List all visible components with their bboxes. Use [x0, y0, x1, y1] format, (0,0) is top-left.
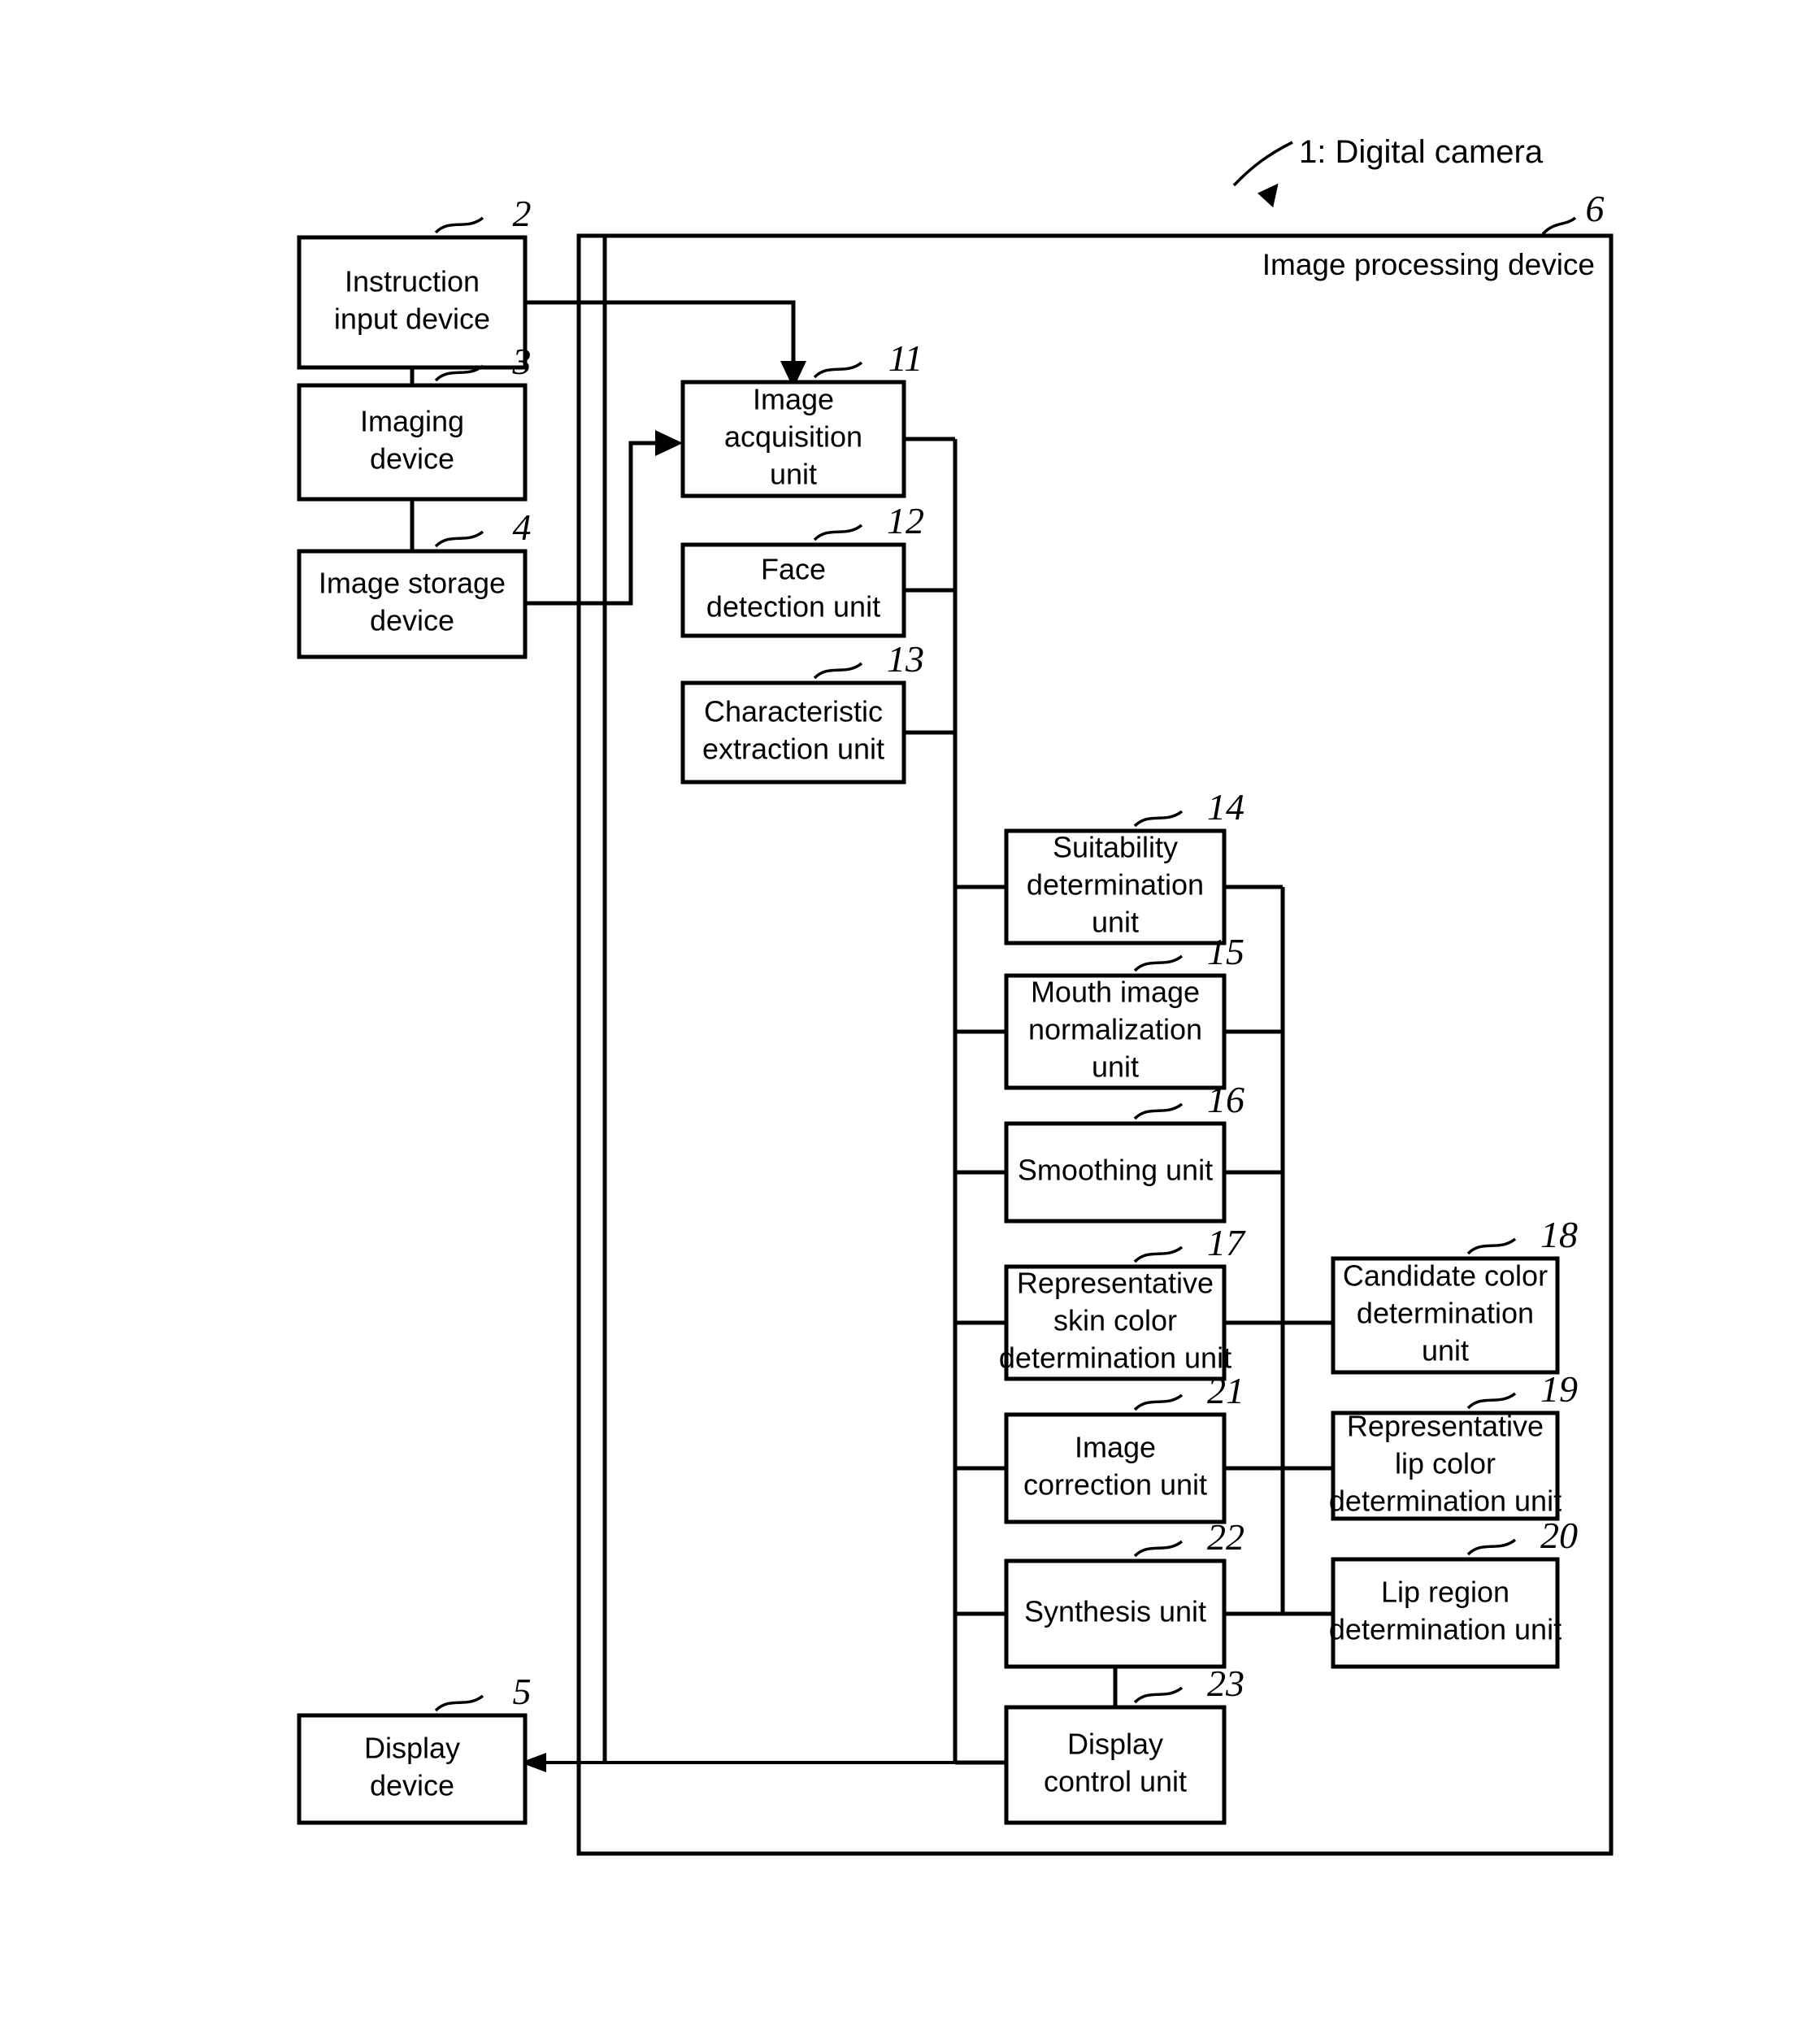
block-label-line: device — [370, 604, 454, 637]
ref-number: 12 — [887, 500, 924, 541]
block-lip-region-determination-unit[interactable]: Lip region determination unit 20 — [1329, 1515, 1578, 1669]
ref-number: 6 — [1586, 188, 1605, 229]
block-label-line: correction unit — [1023, 1468, 1207, 1502]
block-image-storage-device[interactable]: Image storage device 4 — [297, 506, 532, 659]
ref-number: 14 — [1207, 786, 1244, 828]
ref-leader-line — [1133, 1540, 1184, 1558]
ref-leader-line — [434, 216, 484, 234]
digital-camera-label: 1: Digital camera — [1299, 134, 1544, 170]
block-mouth-image-normalization-unit[interactable]: Mouth image normalization unit 15 — [1004, 931, 1244, 1090]
block-label-line: Suitability — [1053, 831, 1178, 864]
ref-number: 18 — [1540, 1214, 1578, 1255]
ref-number: 22 — [1207, 1516, 1244, 1558]
block-display-device[interactable]: Display device 5 — [297, 1671, 532, 1825]
block-label-line: extraction unit — [702, 732, 884, 766]
ref-number: 3 — [512, 341, 532, 382]
block-candidate-color-determination-unit[interactable]: Candidate color determination unit 18 — [1331, 1214, 1578, 1375]
block-face-detection-unit[interactable]: Face detection unit 12 — [680, 500, 924, 638]
block-label-line: unit — [1092, 1050, 1139, 1084]
block-label-line: Image storage — [319, 567, 506, 600]
block-label-line: Representative — [1347, 1410, 1544, 1443]
block-label-line: Instruction — [345, 265, 480, 298]
block-diagram: 1: Digital camera 6 Image processing dev… — [297, 134, 1614, 1856]
digital-camera-caption: 1: Digital camera — [1232, 134, 1544, 208]
block-smoothing-unit[interactable]: Smoothing unit 16 — [1004, 1079, 1244, 1224]
block-label-line: unit — [770, 458, 817, 491]
block-synthesis-unit[interactable]: Synthesis unit 22 — [1004, 1516, 1244, 1669]
ref-leader-line — [813, 524, 863, 541]
ref-leader-line — [1133, 1686, 1184, 1704]
ref-leader-line — [1133, 954, 1184, 972]
ref-number: 16 — [1207, 1079, 1244, 1120]
block-label-line: Imaging — [360, 405, 464, 438]
ref-leader-line — [1133, 1102, 1184, 1120]
block-label-line: acquisition — [724, 420, 862, 454]
block-label-line: Display — [364, 1732, 460, 1765]
ref-leader-line — [434, 530, 484, 548]
block-label-line: unit — [1422, 1334, 1469, 1367]
ref-leader-line — [813, 361, 863, 379]
block-label-line: determination unit — [1329, 1613, 1562, 1646]
block-representative-lip-color-determination-unit[interactable]: Representative lip color determination uni… — [1329, 1368, 1578, 1521]
block-suitability-determination-unit[interactable]: Suitability determination unit 14 — [1004, 786, 1244, 945]
block-label-line: device — [370, 1769, 454, 1802]
block-label-line: determination unit — [999, 1341, 1231, 1375]
ref-number: 17 — [1207, 1222, 1246, 1263]
ref-number: 5 — [513, 1671, 532, 1712]
ref-number: 20 — [1540, 1515, 1578, 1556]
block-label-line: Smoothing unit — [1018, 1154, 1213, 1187]
ref-leader-line — [1466, 1237, 1517, 1255]
block-display-control-unit[interactable]: Display control unit 23 — [1004, 1663, 1244, 1825]
block-label-line: Face — [761, 553, 826, 586]
frame-ref-6: 6 — [1541, 188, 1605, 236]
block-image-correction-unit[interactable]: Image correction unit 21 — [1004, 1370, 1244, 1524]
block-characteristic-extraction-unit[interactable]: Characteristic extraction unit 13 — [680, 638, 924, 785]
block-label-line: Display — [1067, 1728, 1163, 1761]
figure-canvas: 1: Digital camera 6 Image processing dev… — [0, 0, 1820, 2017]
block-label-line: Lip region — [1381, 1576, 1509, 1609]
image-processing-device-title: Image processing device — [1262, 248, 1595, 281]
block-label-line: Synthesis unit — [1024, 1595, 1206, 1628]
ref-leader-line — [1466, 1538, 1517, 1556]
ref-number: 13 — [887, 638, 924, 680]
block-label-line: input device — [334, 302, 490, 336]
ref-leader-line — [1466, 1392, 1517, 1410]
block-label-line: skin color — [1053, 1304, 1177, 1337]
block-label-line: normalization — [1028, 1013, 1202, 1046]
block-label-line: Image — [753, 383, 834, 416]
ref-number: 11 — [888, 337, 923, 379]
block-representative-skin-color-determination-unit[interactable]: Representative skin color determination un… — [999, 1222, 1246, 1381]
block-label-line: determination unit — [1329, 1484, 1562, 1518]
block-label-line: Characteristic — [704, 695, 883, 728]
block-label-line: detection unit — [706, 590, 880, 624]
ref-number: 4 — [513, 506, 532, 548]
ref-leader-line — [813, 662, 863, 680]
ref-number: 15 — [1207, 931, 1244, 972]
ref-number: 21 — [1207, 1370, 1244, 1411]
block-label-line: Mouth image — [1031, 976, 1200, 1009]
ref-number: 23 — [1207, 1663, 1244, 1704]
block-label-line: unit — [1092, 906, 1139, 939]
ref-number: 19 — [1540, 1368, 1578, 1410]
ref-leader-line — [434, 1694, 484, 1712]
ref-leader-line — [1133, 810, 1184, 828]
block-label-line: determination — [1357, 1297, 1534, 1330]
block-label-line: Candidate color — [1343, 1259, 1548, 1293]
block-label-line: device — [370, 442, 454, 476]
block-label-line: lip color — [1395, 1447, 1496, 1480]
ref-number: 2 — [513, 193, 532, 234]
ref-leader-line — [1133, 1393, 1184, 1411]
block-label-line: determination — [1027, 868, 1204, 902]
block-label-line: Representative — [1017, 1267, 1214, 1300]
block-label-line: control unit — [1044, 1765, 1187, 1798]
block-label-line: Image — [1075, 1431, 1156, 1464]
block-instruction-input-device[interactable]: Instruction input device 2 — [297, 193, 532, 370]
ref-leader-line — [1133, 1245, 1184, 1263]
